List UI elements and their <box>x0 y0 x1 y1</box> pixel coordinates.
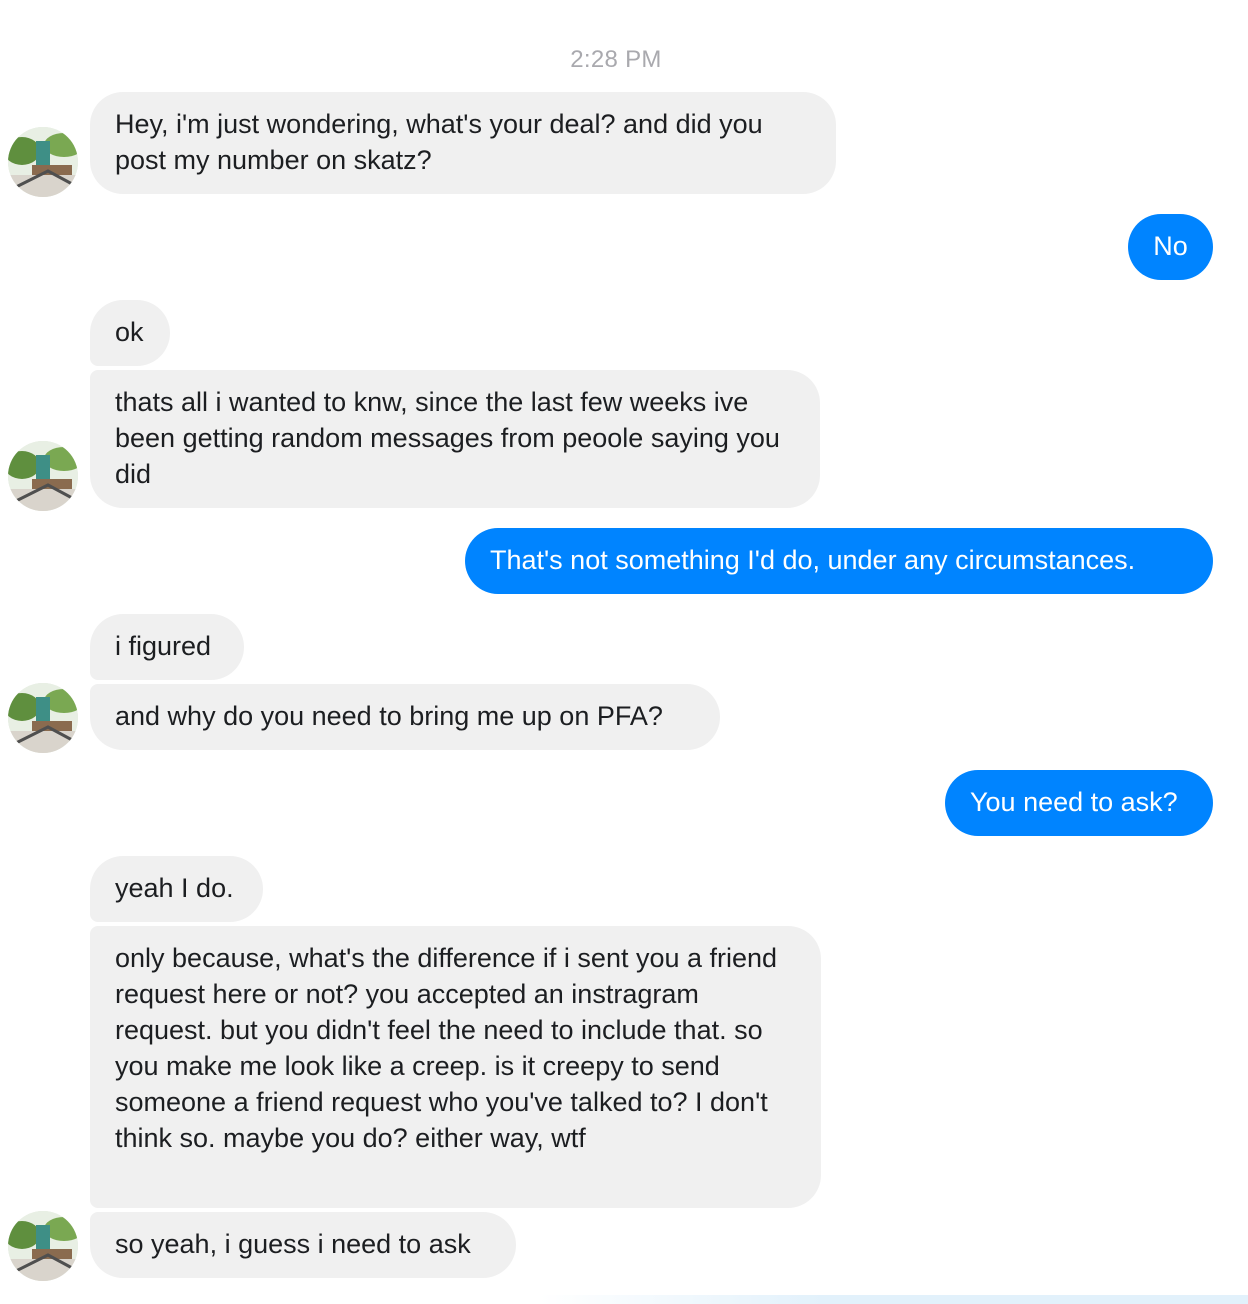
message-text: so yeah, i guess i need to ask <box>115 1229 471 1259</box>
message-timestamp: 2:28 PM <box>570 46 662 73</box>
message-text: yeah I do. <box>115 873 234 903</box>
contact-avatar-icon[interactable] <box>8 683 78 753</box>
contact-avatar-icon[interactable] <box>8 127 78 197</box>
outgoing-message-bubble[interactable]: No <box>1128 214 1213 280</box>
message-text: thats all i wanted to knw, since the las… <box>115 387 780 489</box>
incoming-message-bubble[interactable]: Hey, i'm just wondering, what's your dea… <box>90 92 836 194</box>
message-text: ok <box>115 317 144 347</box>
outgoing-message-bubble[interactable]: That's not something I'd do, under any c… <box>465 528 1213 594</box>
outgoing-message-bubble[interactable]: You need to ask? <box>945 770 1213 836</box>
incoming-message-bubble[interactable]: yeah I do. <box>90 856 263 922</box>
incoming-message-bubble[interactable]: i figured <box>90 614 244 680</box>
contact-avatar-icon[interactable] <box>8 441 78 511</box>
contact-avatar-icon[interactable] <box>8 1211 78 1281</box>
incoming-message-bubble[interactable]: and why do you need to bring me up on PF… <box>90 684 720 750</box>
message-text: You need to ask? <box>970 787 1178 817</box>
message-text: i figured <box>115 631 212 661</box>
composer-edge-shadow <box>540 1295 1248 1304</box>
message-text: No <box>1153 231 1188 261</box>
message-text: Hey, i'm just wondering, what's your dea… <box>115 109 763 175</box>
message-text: That's not something I'd do, under any c… <box>490 545 1136 575</box>
incoming-message-bubble[interactable]: thats all i wanted to knw, since the las… <box>90 370 820 508</box>
message-text: and why do you need to bring me up on PF… <box>115 701 663 731</box>
incoming-message-bubble[interactable]: ok <box>90 300 170 366</box>
incoming-message-bubble[interactable]: only because, what's the difference if i… <box>90 926 821 1208</box>
incoming-message-bubble[interactable]: so yeah, i guess i need to ask <box>90 1212 516 1278</box>
message-text: only because, what's the difference if i… <box>115 943 778 1153</box>
